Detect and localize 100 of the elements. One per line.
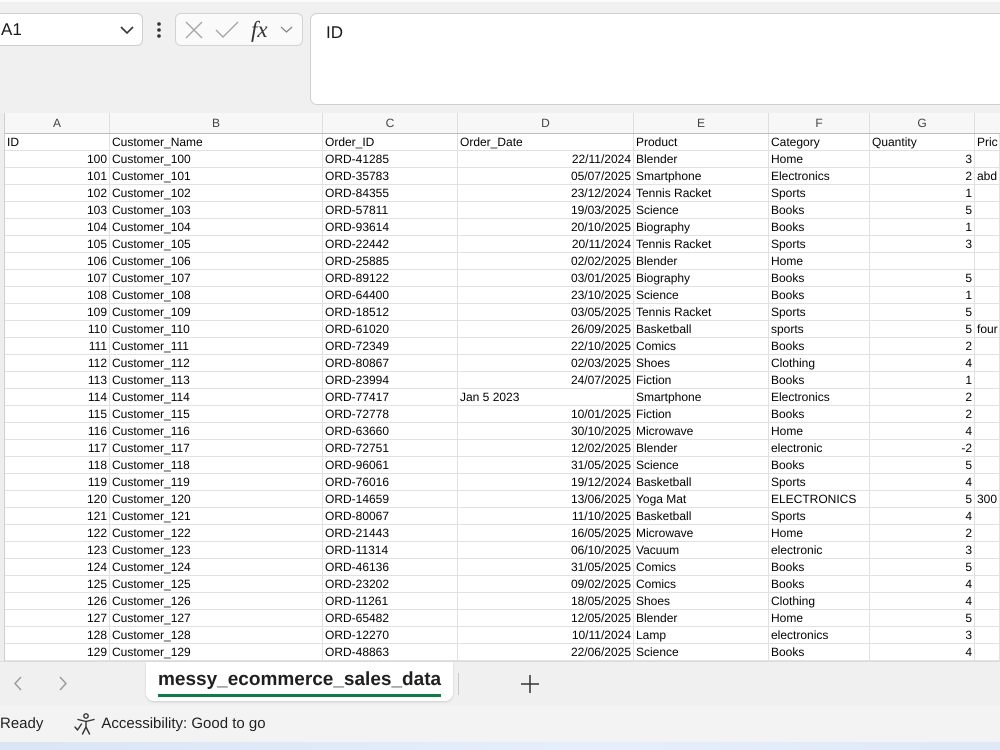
close-icon[interactable]: [185, 20, 203, 38]
table-cell-text: Customer_105: [111, 236, 192, 252]
table-header-cell-text: Category: [770, 134, 821, 150]
table-cell-text: 120: [86, 491, 108, 507]
column-header[interactable]: D: [458, 113, 634, 133]
table-cell-text: ORD-48863: [324, 644, 390, 660]
more-options-icon[interactable]: [157, 22, 161, 38]
table-cell-text: Customer_112: [111, 355, 191, 371]
table-cell-text: 13/06/2025: [570, 491, 632, 507]
table-cell-text: ORD-21443: [324, 525, 390, 541]
table-cell-text: Books: [770, 202, 806, 218]
table-cell-text: Comics: [635, 576, 678, 592]
table-cell-text: 4: [964, 593, 973, 609]
table-cell-text: ORD-63660: [324, 423, 390, 439]
table-cell-text: 112: [86, 355, 108, 371]
table-cell-text: Science: [635, 457, 680, 473]
chevron-down-icon[interactable]: [120, 26, 134, 34]
table-cell-text: Sports: [770, 474, 807, 490]
table-cell-text: Home: [770, 423, 804, 439]
table-cell-text: 22/06/2025: [570, 644, 632, 660]
table-cell-text: Books: [770, 270, 806, 286]
table-cell-text: 5: [964, 202, 973, 218]
column-header[interactable]: B: [110, 113, 323, 133]
table-cell-text: ORD-80067: [324, 508, 390, 524]
table-cell-text: 23/12/2024: [570, 185, 632, 201]
table-cell-text: Blender: [635, 253, 678, 269]
table-cell-text: ORD-14659: [324, 491, 390, 507]
table-cell-text: 118: [86, 457, 108, 473]
table-cell-text: Microwave: [635, 423, 694, 439]
table-cell-text: 22/10/2025: [570, 338, 632, 354]
table-cell-text: ORD-11314: [324, 542, 390, 558]
table-cell-text: four: [976, 321, 999, 337]
table-cell-text: 06/10/2025: [570, 542, 632, 558]
chevron-right-icon[interactable]: [59, 676, 67, 691]
table-cell-text: 30/10/2025: [570, 423, 632, 439]
table-cell-text: Science: [635, 202, 680, 218]
table-cell-text: Blender: [635, 151, 678, 167]
table-cell-text: Books: [770, 287, 806, 303]
table-cell-text: ORD-25885: [324, 253, 390, 269]
table-cell-text: ORD-35783: [324, 168, 390, 184]
accessibility-icon[interactable]: [74, 712, 96, 734]
table-cell-text: Customer_126: [111, 593, 192, 609]
chevron-left-icon[interactable]: [14, 676, 22, 691]
table-cell-text: Home: [770, 525, 804, 541]
table-cell-text: 4: [964, 644, 973, 660]
table-cell-text: Smartphone: [635, 389, 702, 405]
table-cell-text: 3: [964, 236, 973, 252]
table-cell-text: 12/05/2025: [570, 610, 632, 626]
column-header[interactable]: C: [323, 113, 458, 133]
table-cell-text: 5: [964, 457, 973, 473]
column-header[interactable]: E: [634, 113, 769, 133]
table-cell-text: Customer_104: [111, 219, 192, 235]
table-cell-text: abd: [976, 168, 998, 184]
table-cell-text: Electronics: [770, 389, 831, 405]
table-cell-text: electronic: [770, 440, 824, 456]
column-header[interactable]: A: [5, 113, 110, 133]
table-cell-text: 3: [964, 151, 973, 167]
table-cell-text: ELECTRONICS: [770, 491, 858, 507]
table-cell-text: ORD-89122: [324, 270, 390, 286]
table-cell-text: Customer_103: [111, 202, 192, 218]
table-cell-text: ORD-11261: [324, 593, 390, 609]
table-cell-text: Books: [770, 644, 806, 660]
table-cell-text: Customer_125: [111, 576, 192, 592]
plus-icon[interactable]: [521, 674, 540, 692]
check-icon[interactable]: [215, 21, 239, 38]
table-cell-text: Biography: [635, 270, 692, 286]
table-cell-text: Books: [770, 338, 806, 354]
table-cell-text: ORD-23202: [324, 576, 390, 592]
accessibility-status[interactable]: Accessibility: Good to go: [101, 715, 266, 732]
table-cell-text: ORD-72349: [324, 338, 390, 354]
table-cell-text: Electronics: [770, 168, 831, 184]
table-cell-text: Home: [770, 610, 804, 626]
table-cell-text: 4: [964, 355, 973, 371]
table-cell-text: 11/10/2025: [570, 508, 632, 524]
table-cell-text: 19/03/2025: [570, 202, 632, 218]
table-cell-text: 123: [86, 542, 108, 558]
table-cell-text: ORD-61020: [324, 321, 390, 337]
table-cell-text: Books: [770, 559, 806, 575]
table-cell-text: 12/02/2025: [570, 440, 632, 456]
table-cell-text: Books: [770, 576, 806, 592]
table-cell-text: 10/11/2024: [570, 627, 632, 643]
table-header-cell-text: Quantity: [871, 134, 918, 150]
table-cell-text: Customer_107: [111, 270, 192, 286]
table-cell-text: Clothing: [770, 593, 816, 609]
insert-function-button[interactable]: fx: [251, 18, 268, 41]
table-cell-text: 23/10/2025: [570, 287, 632, 303]
table-cell-text: 03/01/2025: [570, 270, 632, 286]
table-cell-text: 117: [86, 440, 108, 456]
table-cell-text: 125: [86, 576, 108, 592]
formula-bar-input[interactable]: ID: [310, 13, 1000, 105]
table-cell-text: 2: [964, 168, 973, 184]
name-box[interactable]: A1: [0, 13, 143, 46]
table-cell-text: ORD-23994: [324, 372, 390, 388]
column-header[interactable]: G: [870, 113, 975, 133]
table-cell-text: 02/02/2025: [570, 253, 632, 269]
table-cell-text: ORD-93614: [324, 219, 390, 235]
column-header[interactable]: F: [769, 113, 870, 133]
table-header-cell-text: Product: [635, 134, 678, 150]
table-cell-text: ORD-22442: [324, 236, 390, 252]
sheet-tab[interactable]: messy_ecommerce_sales_data: [146, 662, 454, 701]
